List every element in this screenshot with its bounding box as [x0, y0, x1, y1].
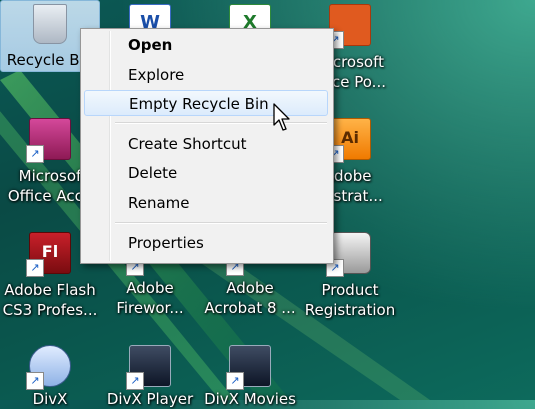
menu-item-open[interactable]: Open [84, 32, 328, 58]
menu-item-create-shortcut[interactable]: Create Shortcut [84, 131, 328, 157]
shortcut-arrow-icon: ↗ [26, 372, 44, 390]
divx-player-icon: ↗ [126, 345, 171, 390]
acrobat-label-2: Acrobat 8 ... [204, 299, 296, 317]
menu-separator [115, 222, 327, 224]
camera-icon: ↗ [326, 232, 371, 277]
context-menu: Open Explore Empty Recycle Bin Create Sh… [80, 28, 334, 264]
shortcut-arrow-icon: ↗ [126, 372, 144, 390]
desktop-icon-divx-player[interactable]: ↗ DivX Player [100, 345, 200, 409]
shortcut-arrow-icon: ↗ [226, 372, 244, 390]
shortcut-arrow-icon: ↗ [26, 259, 44, 277]
flash-icon: Fl ↗ [26, 232, 71, 277]
mouse-pointer-icon [273, 103, 290, 131]
powerpoint-icon: ↗ [326, 4, 371, 49]
divx-icon: ↗ [26, 345, 71, 390]
menu-item-explore[interactable]: Explore [84, 62, 328, 88]
menu-item-rename[interactable]: Rename [84, 190, 328, 216]
shortcut-arrow-icon: ↗ [26, 145, 44, 163]
flash-label-1: Adobe Flash [4, 281, 96, 299]
menu-separator [115, 122, 327, 124]
desktop-icon-divx[interactable]: ↗ DivX [0, 345, 100, 409]
divx-movies-label: DivX Movies [204, 390, 296, 408]
fireworks-label-1: Adobe [126, 279, 174, 297]
divx-movies-icon: ↗ [226, 345, 271, 390]
product-registration-label-2: Registration [304, 301, 396, 319]
fireworks-label-2: Firewor... [116, 299, 184, 317]
menu-item-delete[interactable]: Delete [84, 160, 328, 186]
desktop-icon-divx-movies[interactable]: ↗ DivX Movies [200, 345, 300, 409]
product-registration-label-1: Product [321, 281, 379, 299]
divx-player-label: DivX Player [106, 390, 194, 408]
recycle-bin-icon [33, 4, 67, 44]
divx-label: DivX [32, 390, 68, 408]
menu-item-properties[interactable]: Properties [84, 230, 328, 256]
illustrator-icon: Ai ↗ [326, 118, 371, 163]
flash-label-2: CS3 Profes... [2, 301, 98, 319]
acrobat-label-1: Adobe [226, 279, 274, 297]
access-icon: ↗ [26, 118, 71, 163]
